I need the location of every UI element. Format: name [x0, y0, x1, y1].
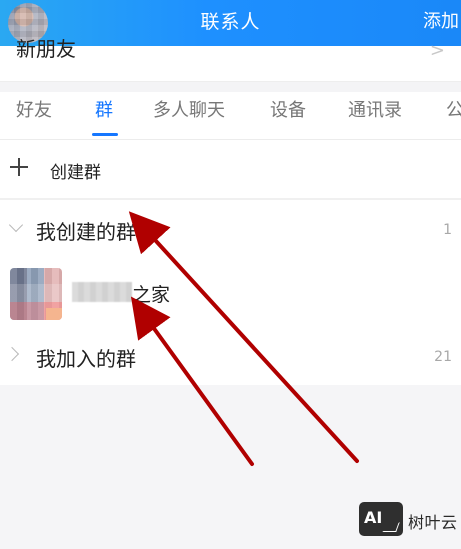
- group-avatar: [10, 268, 62, 320]
- created-groups-section[interactable]: 我创建的群 1: [0, 200, 461, 258]
- joined-groups-label: 我加入的群: [36, 347, 136, 371]
- plus-icon: [10, 158, 28, 176]
- blurred-group-name: [72, 282, 132, 302]
- tab-friends[interactable]: 好友: [16, 92, 52, 138]
- tab-multi-chat[interactable]: 多人聊天: [153, 92, 225, 138]
- watermark-name: 树叶云: [408, 513, 458, 532]
- watermark-logo-text: AI: [364, 508, 383, 527]
- tab-public[interactable]: 公: [446, 92, 461, 138]
- section-gap: [0, 82, 461, 92]
- created-groups-label: 我创建的群: [36, 220, 136, 244]
- new-friends-row[interactable]: 新朋友 >: [0, 37, 461, 82]
- created-groups-count: 1: [443, 222, 452, 238]
- watermark-logo: AI: [359, 502, 403, 536]
- tab-address-book[interactable]: 通讯录: [348, 92, 402, 138]
- contacts-page: 联系人 添加 新朋友 > 好友 群 多人聊天 设备 通讯录 公 创建群 我创建的…: [0, 0, 461, 549]
- watermark: AI 树叶云: [359, 502, 459, 536]
- chevron-down-icon: [8, 217, 24, 233]
- create-group-label: 创建群: [50, 163, 101, 183]
- chevron-right-icon: [4, 346, 20, 362]
- tab-groups[interactable]: 群: [95, 92, 113, 138]
- joined-groups-count: 21: [434, 349, 452, 365]
- group-list-item[interactable]: 之家: [0, 258, 461, 336]
- chevron-right-icon: >: [429, 40, 445, 61]
- create-group-row[interactable]: 创建群: [0, 140, 461, 198]
- contact-tabs: 好友 群 多人聊天 设备 通讯录 公: [0, 92, 461, 140]
- tab-devices[interactable]: 设备: [270, 92, 306, 138]
- active-tab-underline: [92, 133, 118, 136]
- new-friends-label: 新朋友: [16, 37, 76, 61]
- group-name-suffix: 之家: [132, 284, 171, 306]
- image-icon: [382, 522, 400, 532]
- joined-groups-section[interactable]: 我加入的群 21: [0, 327, 461, 385]
